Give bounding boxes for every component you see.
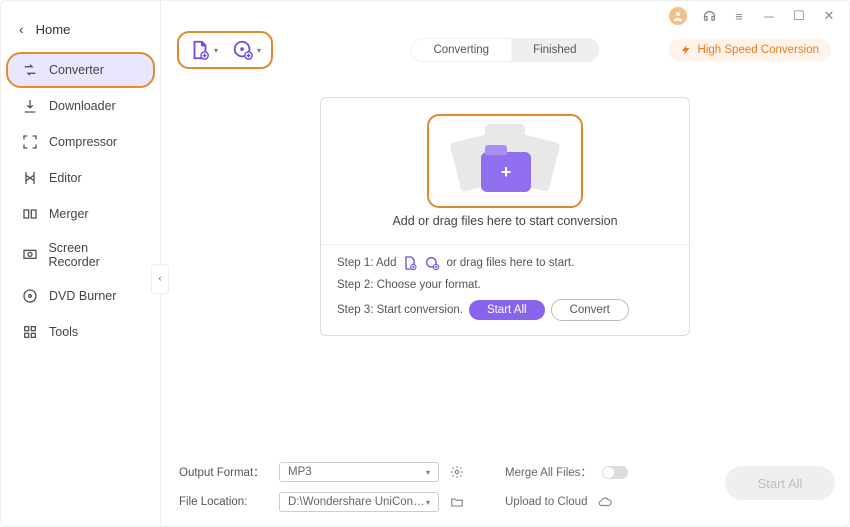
minimize-icon[interactable]: ─ [761, 8, 777, 24]
support-icon[interactable] [701, 8, 717, 24]
merge-all-switch[interactable] [602, 466, 628, 479]
tools-icon [21, 323, 39, 341]
sidebar-item-label: Downloader [49, 99, 116, 113]
sidebar: ‹ Home Converter Downloader Compressor E… [1, 1, 161, 526]
sidebar-item-label: Converter [49, 63, 104, 77]
add-disc-icon [232, 39, 254, 61]
sidebar-item-compressor[interactable]: Compressor [7, 125, 154, 159]
home-row: ‹ Home [1, 13, 160, 51]
step1-prefix: Step 1: Add [337, 257, 396, 269]
add-file-icon [189, 39, 211, 61]
file-location-select[interactable]: D:\Wondershare UniConverter 1 ▾ [279, 492, 439, 512]
high-speed-conversion-button[interactable]: High Speed Conversion [668, 39, 831, 61]
step3-prefix: Step 3: Start conversion. [337, 304, 463, 316]
titlebar: ≡ ─ ☐ ✕ [161, 1, 849, 31]
upload-cloud-label: Upload to Cloud [505, 496, 587, 508]
drop-zone[interactable]: + Add or drag files here to start conver… [321, 98, 689, 244]
step-2: Step 2: Choose your format. [337, 279, 673, 291]
compress-icon [21, 133, 39, 151]
add-file-button[interactable]: ▾ [189, 39, 218, 61]
editor-icon [21, 169, 39, 187]
recorder-icon [21, 246, 38, 264]
sidebar-item-editor[interactable]: Editor [7, 161, 154, 195]
converter-icon [21, 61, 39, 79]
drop-zone-text: Add or drag files here to start conversi… [392, 214, 617, 228]
dvd-icon [21, 287, 39, 305]
sidebar-item-merger[interactable]: Merger [7, 197, 154, 231]
sidebar-item-downloader[interactable]: Downloader [7, 89, 154, 123]
toolbar: ▾ ▾ Converting Finished High Speed Conve… [161, 33, 849, 67]
output-format-label: Output Format： [179, 464, 269, 480]
add-disc-button[interactable]: ▾ [232, 39, 261, 61]
drop-card: + Add or drag files here to start conver… [320, 97, 690, 336]
sidebar-item-screen-recorder[interactable]: Screen Recorder [7, 233, 154, 277]
back-icon[interactable]: ‹ [19, 21, 24, 37]
tab-converting[interactable]: Converting [411, 39, 511, 61]
output-format-value: MP3 [288, 466, 312, 478]
bottom-bar: Output Format： MP3 ▾ Merge All Files： Fi… [161, 452, 849, 526]
start-all-inline-button[interactable]: Start All [469, 300, 545, 320]
chevron-down-icon: ▾ [214, 46, 218, 55]
start-all-button[interactable]: Start All [725, 466, 835, 500]
folder-plus-icon: + [481, 152, 531, 192]
sidebar-item-converter[interactable]: Converter [7, 53, 154, 87]
lightning-icon [680, 44, 692, 56]
merge-label: Merge All Files： [505, 464, 592, 480]
add-disc-icon [424, 255, 440, 271]
merger-icon [21, 205, 39, 223]
file-location-label: File Location: [179, 496, 269, 508]
menu-icon[interactable]: ≡ [731, 8, 747, 24]
content-area: + Add or drag files here to start conver… [161, 67, 849, 452]
main-panel: ≡ ─ ☐ ✕ ▾ ▾ Converting Finished [161, 1, 849, 526]
add-buttons-group: ▾ ▾ [179, 33, 271, 67]
step-1: Step 1: Add or drag files here to start. [337, 255, 673, 271]
add-file-icon [402, 255, 418, 271]
open-folder-icon[interactable] [449, 494, 465, 510]
tab-finished[interactable]: Finished [511, 39, 598, 61]
file-location-value: D:\Wondershare UniConverter 1 [288, 496, 426, 508]
home-label[interactable]: Home [36, 22, 71, 37]
high-speed-label: High Speed Conversion [698, 44, 819, 56]
chevron-down-icon: ▾ [426, 498, 430, 507]
close-icon[interactable]: ✕ [821, 8, 837, 24]
sidebar-item-label: Merger [49, 207, 89, 221]
cloud-icon[interactable] [597, 494, 613, 510]
sidebar-item-label: Tools [49, 325, 78, 339]
sidebar-item-tools[interactable]: Tools [7, 315, 154, 349]
tab-strip: Converting Finished [410, 38, 599, 62]
chevron-down-icon: ▾ [257, 46, 261, 55]
drop-illustration: + [429, 116, 581, 206]
sidebar-item-label: Editor [49, 171, 82, 185]
sidebar-item-dvd-burner[interactable]: DVD Burner [7, 279, 154, 313]
output-format-select[interactable]: MP3 ▾ [279, 462, 439, 482]
step1-suffix: or drag files here to start. [446, 257, 574, 269]
download-icon [21, 97, 39, 115]
user-avatar-icon[interactable] [669, 7, 687, 25]
sidebar-item-label: DVD Burner [49, 289, 116, 303]
sidebar-item-label: Screen Recorder [48, 241, 140, 269]
settings-gear-icon[interactable] [449, 464, 465, 480]
convert-inline-button[interactable]: Convert [551, 299, 629, 321]
sidebar-item-label: Compressor [49, 135, 117, 149]
chevron-down-icon: ▾ [426, 468, 430, 477]
steps-panel: Step 1: Add or drag files here to start.… [321, 244, 689, 335]
maximize-icon[interactable]: ☐ [791, 8, 807, 24]
step-3: Step 3: Start conversion. Start All Conv… [337, 299, 673, 321]
